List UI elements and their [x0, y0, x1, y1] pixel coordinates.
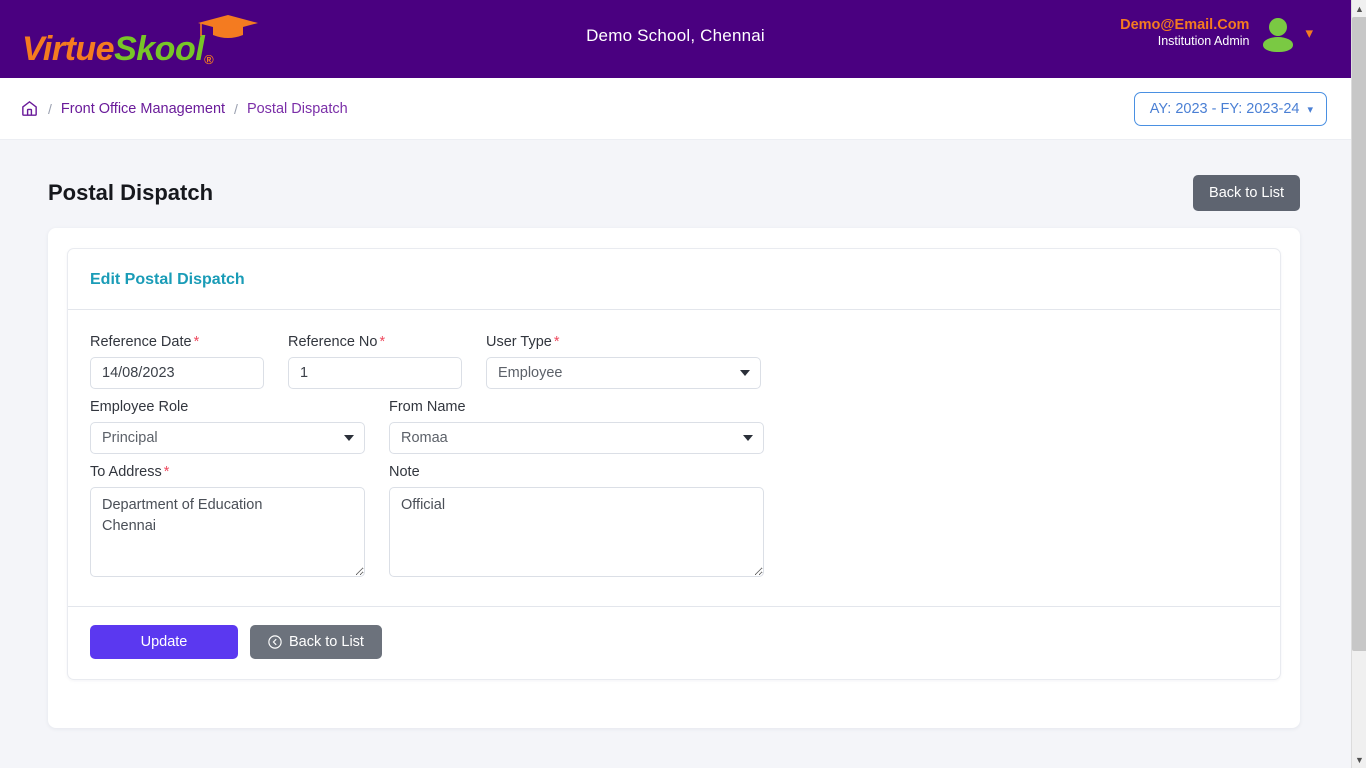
from-name-label: From Name — [389, 399, 466, 415]
form-panel-title: Edit Postal Dispatch — [90, 271, 245, 288]
academic-year-selector[interactable]: AY: 2023 - FY: 2023-24 ▾ — [1133, 92, 1327, 126]
required-marker: * — [193, 334, 200, 350]
form-row-1: Reference Date* Reference No* — [90, 334, 1258, 389]
breadcrumb-item-front-office-management[interactable]: Front Office Management — [61, 101, 225, 117]
employee-role-label: Employee Role — [90, 399, 189, 415]
app-header: VirtueSkool® Demo School, Chennai Demo@E… — [0, 0, 1351, 78]
update-button[interactable]: Update — [90, 625, 238, 659]
home-icon[interactable] — [20, 99, 39, 118]
form-panel-header: Edit Postal Dispatch — [68, 249, 1280, 310]
breadcrumb-separator-2: / — [234, 100, 238, 117]
logo-registered-mark: ® — [204, 52, 214, 67]
from-name-select-wrap: Romaa — [389, 422, 764, 454]
user-role: Institution Admin — [1157, 34, 1250, 49]
avatar-body — [1263, 37, 1294, 52]
to-address-textarea[interactable]: Department of Education Chennai — [90, 487, 365, 577]
avatar-head — [1269, 18, 1288, 36]
reference-no-label: Reference No * — [288, 334, 462, 350]
to-address-label: To Address * — [90, 464, 365, 480]
content-card: Edit Postal Dispatch Reference Date * 14… — [48, 228, 1300, 728]
reference-date-input[interactable] — [90, 357, 264, 389]
user-menu[interactable]: Demo@Email.Com Institution Admin ▾ — [1120, 16, 1313, 52]
back-to-list-top-button[interactable]: Back to List — [1193, 175, 1300, 211]
field-reference-date: Reference Date * — [90, 334, 288, 389]
breadcrumb-separator-1: / — [48, 100, 52, 117]
employee-role-select-wrap: Principal — [90, 422, 365, 454]
field-employee-role: Employee Role Principal — [90, 399, 389, 454]
required-marker: * — [379, 334, 386, 350]
chevron-down-icon: ▾ — [1307, 103, 1313, 116]
user-type-label-text: User Type — [486, 334, 552, 350]
note-label: Note — [389, 464, 420, 480]
back-to-list-label: Back to List — [289, 634, 364, 650]
page-header: Postal Dispatch Back to List — [0, 140, 1351, 216]
user-type-select-wrap: Employee — [486, 357, 761, 389]
form-panel-footer: Update Back to List — [68, 606, 1280, 679]
breadcrumb-item-postal-dispatch[interactable]: Postal Dispatch — [247, 101, 348, 117]
scroll-down-button[interactable]: ▼ — [1352, 751, 1366, 768]
circle-arrow-left-icon — [268, 635, 282, 649]
to-address-label-text: To Address — [90, 464, 162, 480]
reference-no-label-text: Reference No — [288, 334, 378, 350]
user-info: Demo@Email.Com Institution Admin — [1120, 16, 1249, 50]
breadcrumb: / Front Office Management / Postal Dispa… — [20, 99, 348, 118]
field-note: Note Official — [389, 464, 788, 582]
field-to-address: To Address * Department of Education Chen… — [90, 464, 389, 582]
required-marker: * — [553, 334, 560, 350]
page-root: VirtueSkool® Demo School, Chennai Demo@E… — [0, 0, 1351, 768]
reference-no-input[interactable] — [288, 357, 462, 389]
from-name-select[interactable]: Romaa — [389, 422, 764, 454]
scroll-up-button[interactable]: ▲ — [1352, 0, 1366, 17]
reference-date-label: Reference Date * — [90, 334, 264, 350]
required-marker: * — [163, 464, 170, 480]
back-to-list-button[interactable]: Back to List — [250, 625, 382, 659]
employee-role-select[interactable]: Principal — [90, 422, 365, 454]
reference-date-label-text: Reference Date — [90, 334, 192, 350]
user-type-select[interactable]: Employee — [486, 357, 761, 389]
edit-form-panel: Edit Postal Dispatch Reference Date * 14… — [67, 248, 1281, 680]
scrollbar-thumb[interactable] — [1352, 17, 1366, 651]
vertical-scrollbar[interactable]: ▲ ▼ — [1351, 0, 1366, 768]
browser-viewport: VirtueSkool® Demo School, Chennai Demo@E… — [0, 0, 1366, 768]
chevron-down-icon[interactable]: ▾ — [1305, 26, 1313, 41]
form-row-3: To Address * Department of Education Chen… — [90, 464, 1258, 582]
user-avatar-icon[interactable] — [1263, 16, 1294, 52]
note-textarea[interactable]: Official — [389, 487, 764, 577]
form-panel-body: Reference Date* Reference No* — [68, 310, 1280, 606]
page-title: Postal Dispatch — [48, 180, 214, 205]
field-user-type: User Type * Employee — [486, 334, 785, 389]
user-email: Demo@Email.Com — [1120, 17, 1250, 34]
breadcrumb-bar: / Front Office Management / Postal Dispa… — [0, 78, 1351, 140]
academic-year-label: AY: 2023 - FY: 2023-24 — [1149, 101, 1300, 117]
user-type-label: User Type * — [486, 334, 761, 350]
form-row-2: Employee Role Principal From Name Romaa — [90, 399, 1258, 454]
field-reference-no: Reference No * — [288, 334, 486, 389]
field-from-name: From Name Romaa — [389, 399, 788, 454]
